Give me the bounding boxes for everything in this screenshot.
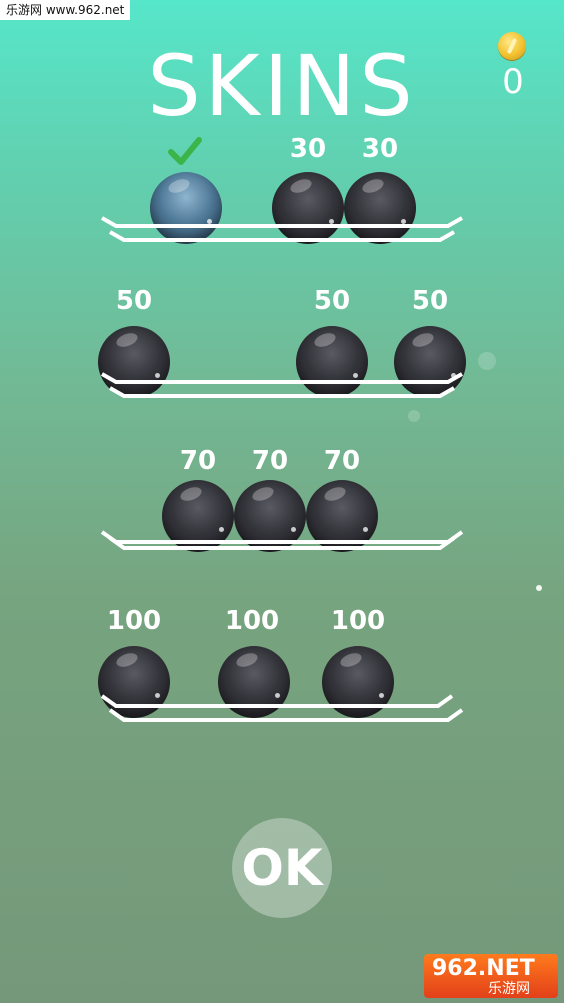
shelf-rail — [100, 694, 464, 722]
skin-price: 50 — [115, 286, 153, 316]
shelf-rail — [100, 530, 464, 550]
watermark-logo: 962.NET 乐游网 — [424, 954, 558, 998]
skin-price: 50 — [313, 286, 351, 316]
coin-icon — [498, 32, 526, 60]
decorative-bubble — [536, 585, 542, 591]
decorative-bubble — [408, 410, 420, 422]
skin-price: 100 — [106, 606, 162, 636]
skin-price: 50 — [411, 286, 449, 316]
shelf-rail — [101, 216, 463, 242]
skin-price: 100 — [330, 606, 386, 636]
watermark-name: 乐游网 — [488, 981, 530, 997]
shelf-rail — [101, 372, 463, 398]
skin-price: 70 — [251, 446, 289, 476]
page-title: SKINS — [147, 37, 417, 135]
checkmark-icon — [168, 137, 202, 165]
decorative-bubble — [478, 352, 496, 370]
ok-button[interactable]: OK — [232, 818, 332, 918]
skin-price: 70 — [179, 446, 217, 476]
skin-price: 30 — [361, 134, 399, 164]
watermark-top: 乐游网 www.962.net — [0, 0, 131, 20]
skin-price: 30 — [289, 134, 327, 164]
skin-price: 100 — [224, 606, 280, 636]
skin-price: 70 — [323, 446, 361, 476]
coin-count: 0 — [502, 62, 524, 102]
